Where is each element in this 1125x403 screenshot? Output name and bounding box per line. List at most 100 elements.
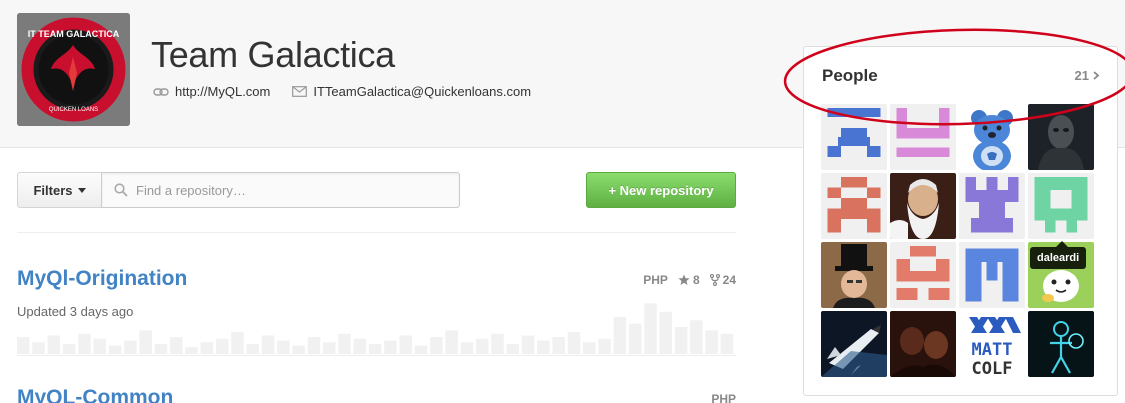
- activity-bar: [200, 342, 214, 354]
- member-avatar[interactable]: [890, 311, 956, 377]
- search-icon: [114, 183, 128, 197]
- repo-name-link[interactable]: MyQl-Origination: [17, 267, 187, 291]
- identicon-icon: [1028, 173, 1094, 239]
- activity-bar: [93, 338, 107, 354]
- new-repository-button[interactable]: + New repository: [586, 172, 736, 208]
- filters-button[interactable]: Filters: [17, 172, 102, 208]
- activity-bar: [430, 337, 443, 354]
- chevron-right-icon: [1093, 71, 1099, 80]
- member-avatar[interactable]: [821, 311, 887, 377]
- mail-icon: [292, 86, 308, 97]
- repo-search[interactable]: [101, 172, 460, 208]
- activity-bar: [169, 337, 183, 354]
- identicon-icon: [821, 104, 887, 170]
- member-avatar[interactable]: [959, 173, 1025, 239]
- avatar-tooltip: daleardi: [1030, 241, 1087, 269]
- member-avatar[interactable]: [1028, 311, 1094, 377]
- org-website[interactable]: http://MyQL.com: [153, 84, 270, 99]
- divider: [17, 355, 736, 356]
- svg-text:MATT: MATT: [972, 340, 1013, 360]
- activity-bar: [491, 333, 504, 354]
- activity-bar: [720, 333, 734, 354]
- repo-stars-count: 8: [692, 273, 700, 287]
- divider: [17, 232, 736, 233]
- activity-bar: [690, 320, 703, 354]
- member-avatar[interactable]: [821, 242, 887, 308]
- identicon-icon: [959, 173, 1025, 239]
- activity-bar: [445, 330, 458, 354]
- org-email[interactable]: ITTeamGalactica@Quickenloans.com: [292, 84, 531, 99]
- dark-photo-icon: [890, 311, 956, 377]
- org-meta: http://MyQL.com ITTeamGalactica@Quickenl…: [153, 84, 553, 99]
- activity-bar: [353, 338, 367, 354]
- repo-stats: PHP 8 24: [643, 273, 736, 287]
- activity-bar: [62, 343, 76, 354]
- activity-bar: [17, 337, 30, 354]
- activity-bar: [246, 343, 260, 354]
- org-website-text[interactable]: http://MyQL.com: [175, 84, 270, 99]
- activity-bar: [307, 337, 321, 354]
- link-icon: [153, 87, 169, 96]
- org-email-text[interactable]: ITTeamGalactica@Quickenloans.com: [313, 84, 531, 99]
- fork-icon: [709, 274, 720, 286]
- member-avatar[interactable]: [890, 173, 956, 239]
- repo-stats: PHP: [711, 392, 736, 403]
- member-avatar[interactable]: [959, 104, 1025, 170]
- member-avatar[interactable]: MATT COLF: [959, 311, 1025, 377]
- org-avatar[interactable]: IT TEAM GALACTICA QUICKEN LOANS: [17, 13, 130, 126]
- top-hat-photo-icon: [821, 242, 887, 308]
- old-man-photo-icon: [890, 173, 956, 239]
- identicon-icon: [890, 242, 956, 308]
- dark-figure-icon: [1028, 104, 1094, 170]
- activity-bar: [47, 335, 61, 354]
- logo-text-top: IT TEAM GALACTICA: [28, 29, 120, 39]
- activity-bar: [261, 335, 275, 354]
- space-shuttle-icon: [821, 311, 887, 377]
- repo-language: PHP: [643, 273, 668, 287]
- activity-bar: [338, 333, 351, 354]
- caret-down-icon: [77, 187, 86, 193]
- member-avatar[interactable]: [821, 173, 887, 239]
- member-avatar[interactable]: [1028, 104, 1094, 170]
- repo-stars[interactable]: 8: [678, 273, 700, 287]
- repo-activity-graph: [17, 303, 734, 354]
- activity-bar: [506, 343, 520, 354]
- activity-bar: [292, 345, 305, 354]
- activity-bar: [124, 340, 137, 354]
- people-count-number: 21: [1074, 68, 1089, 83]
- org-name: Team Galactica: [151, 34, 395, 75]
- member-avatar[interactable]: [959, 242, 1025, 308]
- repo-name-link[interactable]: MyQL-Common: [17, 386, 173, 403]
- tron-figure-icon: [1028, 311, 1094, 377]
- activity-bar: [521, 335, 535, 354]
- member-avatar[interactable]: [890, 242, 956, 308]
- people-count[interactable]: 21: [1075, 68, 1099, 83]
- activity-bar: [139, 330, 152, 354]
- activity-bar: [537, 340, 550, 354]
- activity-bar: [231, 332, 244, 354]
- repo-forks[interactable]: 24: [709, 273, 736, 287]
- activity-bar: [215, 338, 229, 354]
- activity-bar: [414, 345, 428, 354]
- identicon-icon: [890, 104, 956, 170]
- member-avatar[interactable]: [890, 104, 956, 170]
- activity-bar: [32, 342, 45, 354]
- activity-bar: [659, 311, 673, 354]
- care-bear-icon: [959, 104, 1025, 170]
- people-title[interactable]: People: [822, 66, 878, 86]
- member-avatar[interactable]: [821, 104, 887, 170]
- repo-search-input[interactable]: [136, 182, 436, 198]
- activity-bar: [322, 342, 336, 354]
- activity-bar: [644, 303, 657, 354]
- member-avatar[interactable]: [1028, 173, 1094, 239]
- svg-text:COLF: COLF: [972, 359, 1013, 377]
- activity-bar: [475, 338, 489, 354]
- identicon-icon: [821, 173, 887, 239]
- activity-bar: [705, 330, 718, 354]
- activity-bar: [78, 333, 91, 354]
- activity-bar: [154, 343, 168, 354]
- org-page: IT TEAM GALACTICA QUICKEN LOANS Team Gal…: [0, 0, 1125, 403]
- activity-bar: [460, 342, 474, 354]
- filters-label: Filters: [33, 182, 73, 198]
- activity-bar: [368, 343, 382, 354]
